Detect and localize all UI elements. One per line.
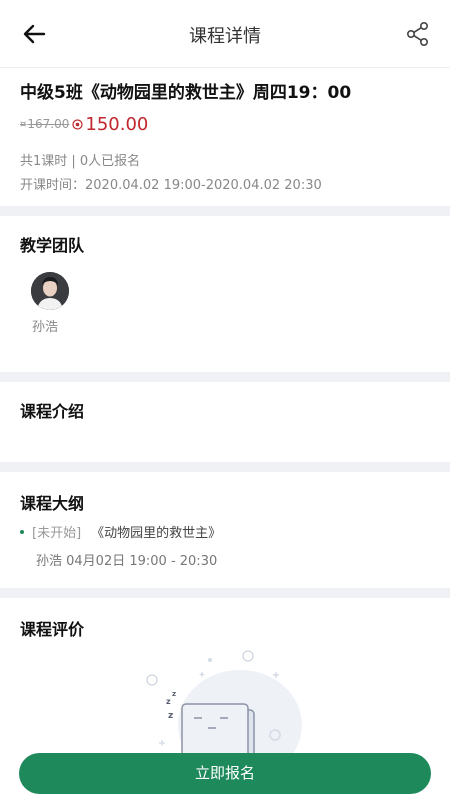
coin-icon: ¤: [20, 118, 27, 130]
outline-heading: 课程大纲: [20, 494, 85, 513]
lesson-status: [未开始]: [32, 526, 82, 541]
svg-text:z: z: [172, 690, 176, 698]
enroll-now-button[interactable]: 立即报名: [19, 753, 431, 794]
share-icon[interactable]: [404, 20, 432, 48]
lesson-title: 《动物园里的救世主》: [91, 526, 222, 541]
course-title: 中级5班《动物园里的救世主》周四19：00: [20, 83, 352, 103]
bullet-dot: [20, 529, 24, 534]
section-divider: [0, 206, 450, 216]
section-divider: [0, 372, 450, 382]
intro-heading: 课程介绍: [20, 402, 85, 421]
section-divider: [0, 462, 450, 472]
teacher-card[interactable]: [30, 272, 70, 310]
coin-icon: [72, 118, 83, 130]
course-info-section: 中级5班《动物园里的救世主》周四19：00 ¤ 167.00 150.00 共1…: [0, 68, 450, 206]
reviews-heading: 课程评价: [20, 620, 85, 639]
top-navigation-bar: 课程详情: [0, 0, 450, 68]
start-time: 开课时间：2020.04.02 19:00-2020.04.02 20:30: [20, 178, 322, 193]
current-price: 150.00: [85, 113, 149, 135]
original-price: ¤ 167.00: [20, 117, 69, 131]
teacher-name: 孙浩: [32, 320, 59, 335]
svg-text:z: z: [168, 711, 173, 721]
original-price-value: 167.00: [27, 117, 70, 131]
team-heading: 教学团队: [20, 236, 85, 255]
lesson-meta: 孙浩 04月02日 19:00 - 20:30: [36, 554, 218, 569]
page-title: 课程详情: [189, 26, 261, 47]
section-divider: [0, 588, 450, 598]
empty-state-illustration: z z z: [140, 650, 310, 780]
avatar: [31, 272, 69, 310]
outline-list-item[interactable]: [未开始] 《动物园里的救世主》: [20, 522, 221, 541]
lessons-enrollment-info: 共1课时 | 0人已报名: [20, 154, 141, 169]
price-row: ¤ 167.00 150.00: [20, 112, 148, 136]
svg-text:z: z: [166, 697, 171, 706]
